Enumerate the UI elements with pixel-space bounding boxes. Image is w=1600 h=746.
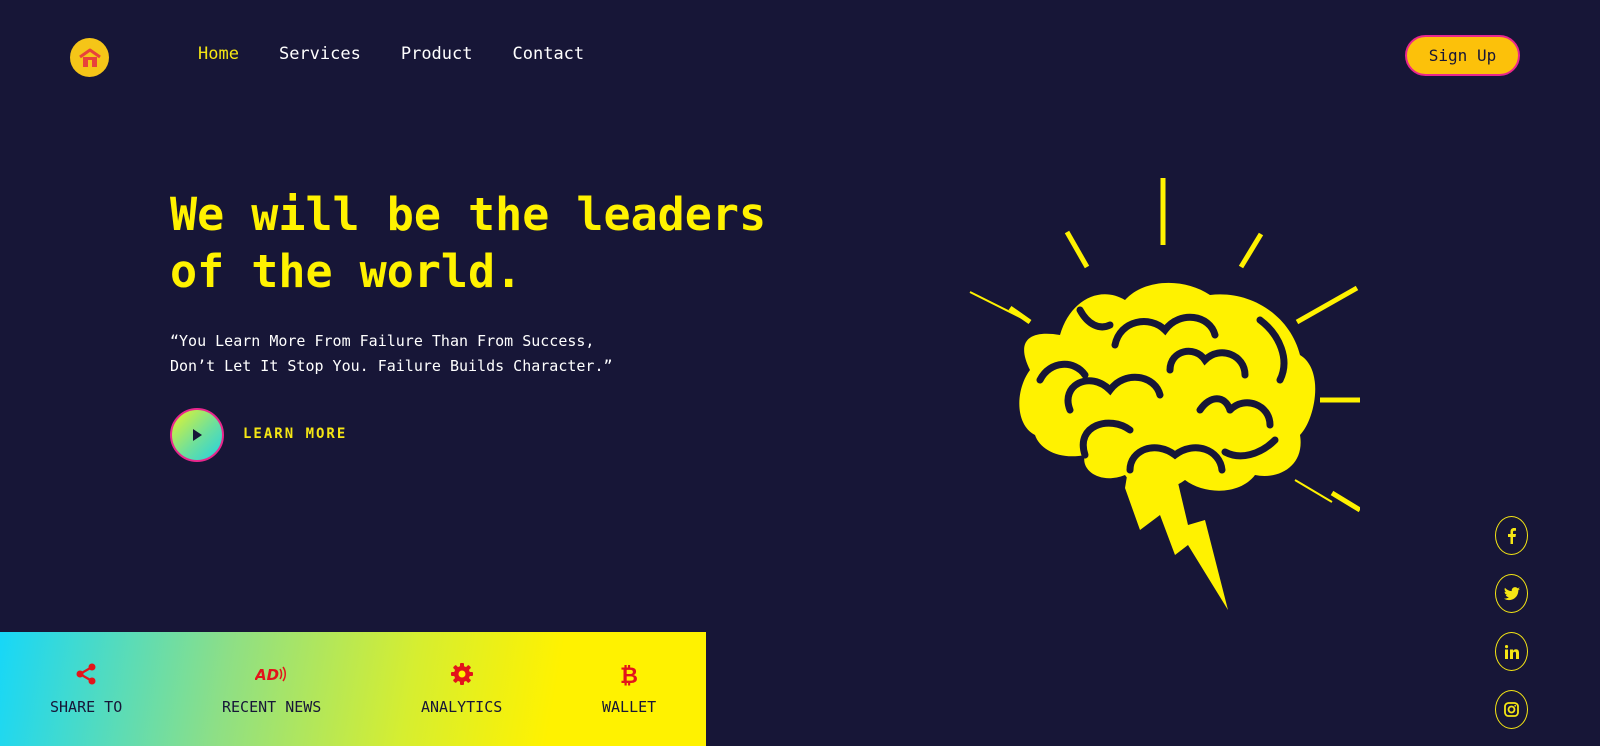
ad-icon: AD: [255, 666, 286, 684]
gear-icon: [450, 663, 473, 685]
feature-bar: SHARE TO AD RECENT NEWS ANALYTICS ₿ WALL…: [0, 632, 706, 746]
feature-share[interactable]: SHARE TO: [50, 662, 122, 716]
twitter-icon[interactable]: [1495, 574, 1528, 613]
hero-title-line2: of the world.: [170, 245, 523, 298]
play-button[interactable]: [170, 408, 224, 462]
hero-title-line1: We will be the leaders: [170, 188, 767, 241]
svg-text:AD: AD: [255, 666, 279, 684]
brain-lightning-illustration: [969, 178, 1360, 610]
hero-quote: “You Learn More From Failure Than From S…: [170, 329, 640, 379]
feature-analytics-label: ANALYTICS: [421, 698, 503, 716]
instagram-icon[interactable]: [1495, 690, 1528, 729]
feature-wallet-label: WALLET: [602, 698, 657, 716]
feature-analytics[interactable]: ANALYTICS: [421, 662, 502, 716]
svg-text:₿: ₿: [620, 664, 638, 686]
share-icon: [76, 663, 96, 685]
main-nav: Home Services Product Contact: [198, 44, 584, 64]
social-links: [1495, 516, 1528, 729]
signup-button[interactable]: Sign Up: [1405, 35, 1520, 76]
play-icon: [193, 429, 202, 441]
nav-home[interactable]: Home: [198, 44, 239, 64]
hero-quote-line1: “You Learn More From Failure Than From S…: [170, 332, 595, 350]
linkedin-icon[interactable]: [1495, 632, 1528, 671]
feature-news[interactable]: AD RECENT NEWS: [222, 662, 321, 716]
hero-quote-line2: Don’t Let It Stop You. Failure Builds Ch…: [170, 357, 613, 375]
home-logo[interactable]: [70, 38, 109, 77]
feature-wallet[interactable]: ₿ WALLET: [602, 662, 656, 716]
nav-product[interactable]: Product: [401, 44, 473, 64]
feature-news-label: RECENT NEWS: [222, 698, 322, 716]
hero-title: We will be the leaders of the world.: [170, 186, 790, 300]
bitcoin-icon: ₿: [620, 664, 638, 686]
feature-share-label: SHARE TO: [50, 698, 123, 716]
facebook-icon[interactable]: [1495, 516, 1528, 555]
nav-contact[interactable]: Contact: [513, 44, 585, 64]
nav-services[interactable]: Services: [279, 44, 361, 64]
house-icon: [78, 48, 101, 67]
learn-more-link[interactable]: LEARN MORE: [243, 426, 347, 442]
